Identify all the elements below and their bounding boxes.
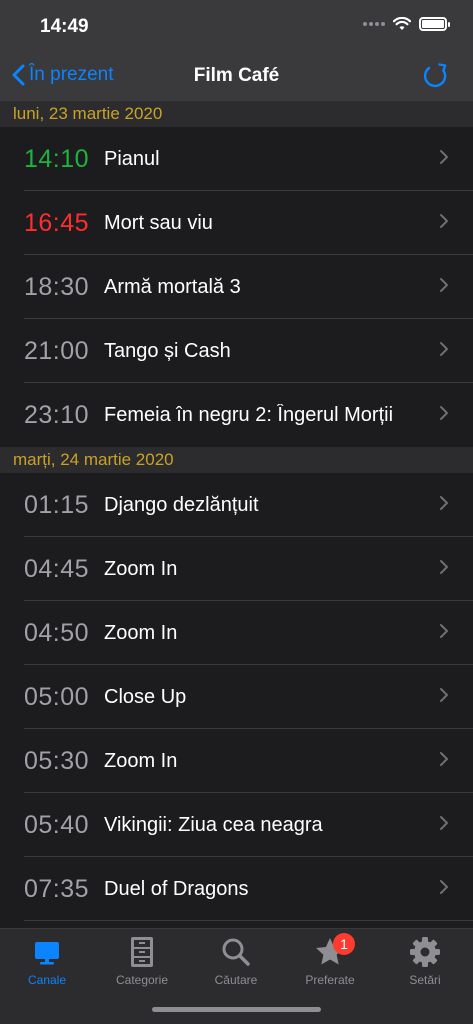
chevron-right-icon [440,688,448,702]
schedule-row[interactable]: 05:00 Close Up [0,665,473,729]
battery-icon [419,17,450,31]
cellular-signal-icon [363,20,385,28]
page-title: Film Café [193,65,280,86]
schedule-row[interactable]: 16:45 Mort sau viu [0,191,473,255]
tab-setari[interactable]: Setări [378,935,472,987]
schedule-row[interactable]: 05:30 Zoom In [0,729,473,793]
row-title: Zoom In [104,621,178,644]
chevron-right-icon [440,342,448,356]
chevron-right-icon [440,560,448,574]
row-time: 18:30 [24,272,90,301]
gear-icon [410,937,440,967]
schedule-row[interactable]: 05:40 Vikingii: Ziua cea neagra [0,793,473,857]
tab-categorie[interactable]: Categorie [95,935,189,987]
row-title: Mort sau viu [104,211,213,234]
row-time: 04:45 [24,554,90,583]
schedule-row[interactable]: 18:30 Armă mortală 3 [0,255,473,319]
home-indicator [152,1007,321,1012]
wifi-icon [393,17,411,30]
tab-canale[interactable]: Canale [0,935,94,987]
chevron-right-icon [440,278,448,292]
tab-label: Canale [27,973,67,987]
schedule-row[interactable]: 04:45 Zoom In [0,537,473,601]
schedule-row[interactable]: 07:35 Duel of Dragons [0,857,473,921]
section-header: marți, 24 martie 2020 [0,447,473,473]
tab-label: Setări [409,973,441,987]
row-time: 05:40 [24,810,90,839]
row-title: Django dezlănțuit [104,493,259,516]
schedule-row[interactable]: 21:00 Tango și Cash [0,319,473,383]
row-time: 05:30 [24,746,90,775]
schedule-row[interactable]: 14:10 Pianul [0,127,473,191]
schedule-row[interactable]: 23:10 Femeia în negru 2: Îngerul Morții [0,383,473,447]
tab-cautare[interactable]: Căutare [189,935,283,987]
status-bar: 14:49 [0,0,473,52]
chevron-right-icon [440,816,448,830]
row-title: Armă mortală 3 [104,275,241,298]
tab-preferate[interactable]: 1 Preferate [283,933,377,987]
row-title: Duel of Dragons [104,877,249,900]
row-title: Vikingii: Ziua cea neagra [104,813,323,836]
chevron-right-icon [440,624,448,638]
chevron-right-icon [440,150,448,164]
schedule-row[interactable]: 04:50 Zoom In [0,601,473,665]
row-title: Zoom In [104,749,178,772]
chevron-right-icon [440,496,448,510]
chevron-right-icon [440,880,448,894]
status-time: 14:49 [40,16,89,37]
row-title: Close Up [104,685,187,708]
chevron-right-icon [440,406,448,420]
row-time: 14:10 [24,144,90,173]
row-time: 01:15 [24,490,90,519]
tv-icon [35,942,59,965]
row-time: 07:35 [24,874,90,903]
row-title: Zoom In [104,557,178,580]
row-title: Pianul [104,147,160,170]
navigation-bar: În prezent Film Café [0,52,473,101]
row-time: 04:50 [24,618,90,647]
section-header: luni, 23 martie 2020 [0,101,473,127]
row-time: 23:10 [24,400,90,429]
tab-label: Căutare [214,973,258,987]
tab-label: Categorie [115,973,169,987]
search-icon [222,938,250,966]
chevron-right-icon [440,752,448,766]
row-time: 21:00 [24,336,90,365]
row-time: 05:00 [24,682,90,711]
row-title: Tango și Cash [104,339,231,362]
chevron-right-icon [440,214,448,228]
schedule-list[interactable]: luni, 23 martie 2020 14:10 Pianul 16:45 … [0,101,473,928]
row-time: 16:45 [24,208,90,237]
notification-badge: 1 [333,933,355,955]
cabinet-icon [131,937,153,967]
refresh-icon[interactable] [421,61,451,91]
status-icons [363,17,450,31]
row-title: Femeia în negru 2: Îngerul Morții [104,403,394,426]
schedule-row[interactable]: 01:15 Django dezlănțuit [0,473,473,537]
tab-label: Preferate [305,973,355,987]
